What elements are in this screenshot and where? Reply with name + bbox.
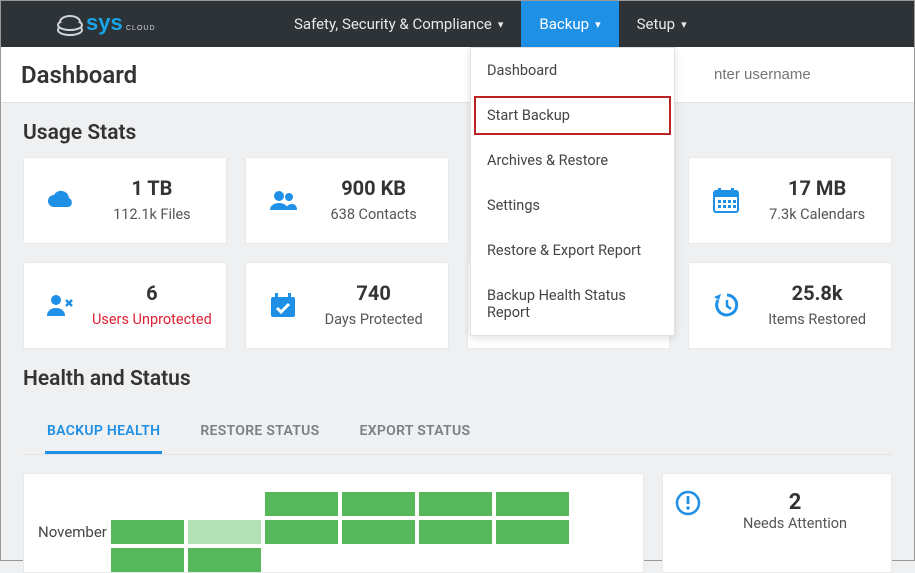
stat-value: 6 bbox=[88, 281, 216, 305]
dropdown-label: Start Backup bbox=[487, 107, 570, 124]
health-cell bbox=[188, 492, 261, 516]
stat-value: 25.8k bbox=[753, 281, 881, 305]
stat-card-items-restored: 25.8k Items Restored bbox=[688, 262, 892, 349]
nav-label: Safety, Security & Compliance bbox=[294, 15, 492, 33]
health-cell bbox=[342, 492, 415, 516]
health-cell bbox=[111, 492, 184, 516]
health-cell bbox=[188, 548, 261, 572]
health-cell bbox=[496, 520, 569, 544]
dropdown-start-backup[interactable]: Start Backup bbox=[471, 93, 674, 138]
chevron-down-icon: ▾ bbox=[595, 18, 601, 31]
stat-label: Days Protected bbox=[310, 311, 438, 328]
stat-value: 1 TB bbox=[88, 176, 216, 200]
page-title: Dashboard bbox=[21, 61, 137, 89]
syscloud-logo-icon: sys CLOUD bbox=[56, 9, 166, 39]
tab-label: BACKUP HEALTH bbox=[47, 423, 160, 439]
usage-stats-title: Usage Stats bbox=[1, 103, 914, 157]
attention-count: 2 bbox=[711, 490, 879, 515]
backup-dropdown: Dashboard Start Backup Archives & Restor… bbox=[470, 47, 675, 336]
nav-label: Backup bbox=[539, 15, 589, 33]
calendar-check-icon bbox=[256, 291, 310, 319]
user-x-icon bbox=[34, 292, 88, 318]
month-label: November bbox=[38, 523, 107, 541]
dropdown-restore-export-report[interactable]: Restore & Export Report bbox=[471, 228, 674, 273]
dropdown-settings[interactable]: Settings bbox=[471, 183, 674, 228]
tab-restore-status[interactable]: RESTORE STATUS bbox=[198, 411, 321, 454]
health-content: November 2 Need bbox=[1, 455, 914, 573]
health-tabs: BACKUP HEALTH RESTORE STATUS EXPORT STAT… bbox=[23, 403, 892, 455]
stat-value: 17 MB bbox=[753, 176, 881, 200]
stat-card-contacts: 900 KB 638 Contacts bbox=[245, 157, 449, 244]
dropdown-label: Restore & Export Report bbox=[487, 242, 641, 259]
health-cells bbox=[111, 492, 629, 572]
nav-backup[interactable]: Backup ▾ bbox=[521, 1, 618, 47]
needs-attention-card: 2 Needs Attention bbox=[662, 473, 892, 573]
calendar-icon bbox=[699, 186, 753, 214]
tab-backup-health[interactable]: BACKUP HEALTH bbox=[45, 411, 162, 454]
tab-label: RESTORE STATUS bbox=[200, 423, 319, 439]
health-cell bbox=[496, 492, 569, 516]
nav-label: Setup bbox=[637, 15, 675, 33]
chevron-down-icon: ▾ bbox=[498, 18, 504, 31]
people-icon bbox=[256, 188, 310, 212]
attention-label: Needs Attention bbox=[711, 515, 879, 532]
stat-card-calendars: 17 MB 7.3k Calendars bbox=[688, 157, 892, 244]
health-cell bbox=[111, 520, 184, 544]
stat-card-users-unprotected: 6 Users Unprotected bbox=[23, 262, 227, 349]
nav-safety-security-compliance[interactable]: Safety, Security & Compliance ▾ bbox=[276, 1, 521, 47]
month-row: November bbox=[38, 492, 629, 572]
health-cell bbox=[342, 520, 415, 544]
dropdown-label: Backup Health Status Report bbox=[487, 287, 626, 321]
logo: sys CLOUD bbox=[56, 9, 166, 39]
cloud-icon bbox=[34, 189, 88, 211]
dropdown-label: Archives & Restore bbox=[487, 152, 608, 169]
tab-export-status[interactable]: EXPORT STATUS bbox=[358, 411, 473, 454]
restore-icon bbox=[699, 291, 753, 319]
usage-stats-grid: 1 TB 112.1k Files 900 KB 638 Contacts 17… bbox=[1, 157, 914, 349]
stat-label: 7.3k Calendars bbox=[753, 206, 881, 223]
stat-value: 900 KB bbox=[310, 176, 438, 200]
header-bar: Dashboard bbox=[1, 47, 914, 103]
stat-label: 112.1k Files bbox=[88, 206, 216, 223]
stat-label: Items Restored bbox=[753, 311, 881, 328]
health-cell bbox=[111, 548, 184, 572]
dropdown-archives-restore[interactable]: Archives & Restore bbox=[471, 138, 674, 183]
health-cell bbox=[188, 520, 261, 544]
chevron-down-icon: ▾ bbox=[681, 18, 687, 31]
svg-text:CLOUD: CLOUD bbox=[126, 25, 156, 32]
tab-label: EXPORT STATUS bbox=[360, 423, 471, 439]
backup-health-chart: November bbox=[23, 473, 644, 573]
dropdown-label: Settings bbox=[487, 197, 540, 214]
health-cell bbox=[265, 520, 338, 544]
svg-text:sys: sys bbox=[86, 10, 123, 35]
health-cell bbox=[265, 492, 338, 516]
dropdown-label: Dashboard bbox=[487, 62, 557, 79]
health-status-title: Health and Status bbox=[1, 349, 914, 403]
dropdown-backup-health-status-report[interactable]: Backup Health Status Report bbox=[471, 273, 674, 335]
stat-card-files: 1 TB 112.1k Files bbox=[23, 157, 227, 244]
stat-value: 740 bbox=[310, 281, 438, 305]
stat-label: Users Unprotected bbox=[88, 311, 216, 328]
dropdown-dashboard[interactable]: Dashboard bbox=[471, 48, 674, 93]
stat-label: 638 Contacts bbox=[310, 206, 438, 223]
stat-card-days-protected: 740 Days Protected bbox=[245, 262, 449, 349]
top-nav: sys CLOUD Safety, Security & Compliance … bbox=[1, 1, 914, 47]
alert-icon bbox=[675, 490, 701, 520]
username-search-input[interactable] bbox=[714, 66, 894, 83]
health-cell bbox=[419, 492, 492, 516]
nav-setup[interactable]: Setup ▾ bbox=[619, 1, 705, 47]
health-cell bbox=[419, 520, 492, 544]
